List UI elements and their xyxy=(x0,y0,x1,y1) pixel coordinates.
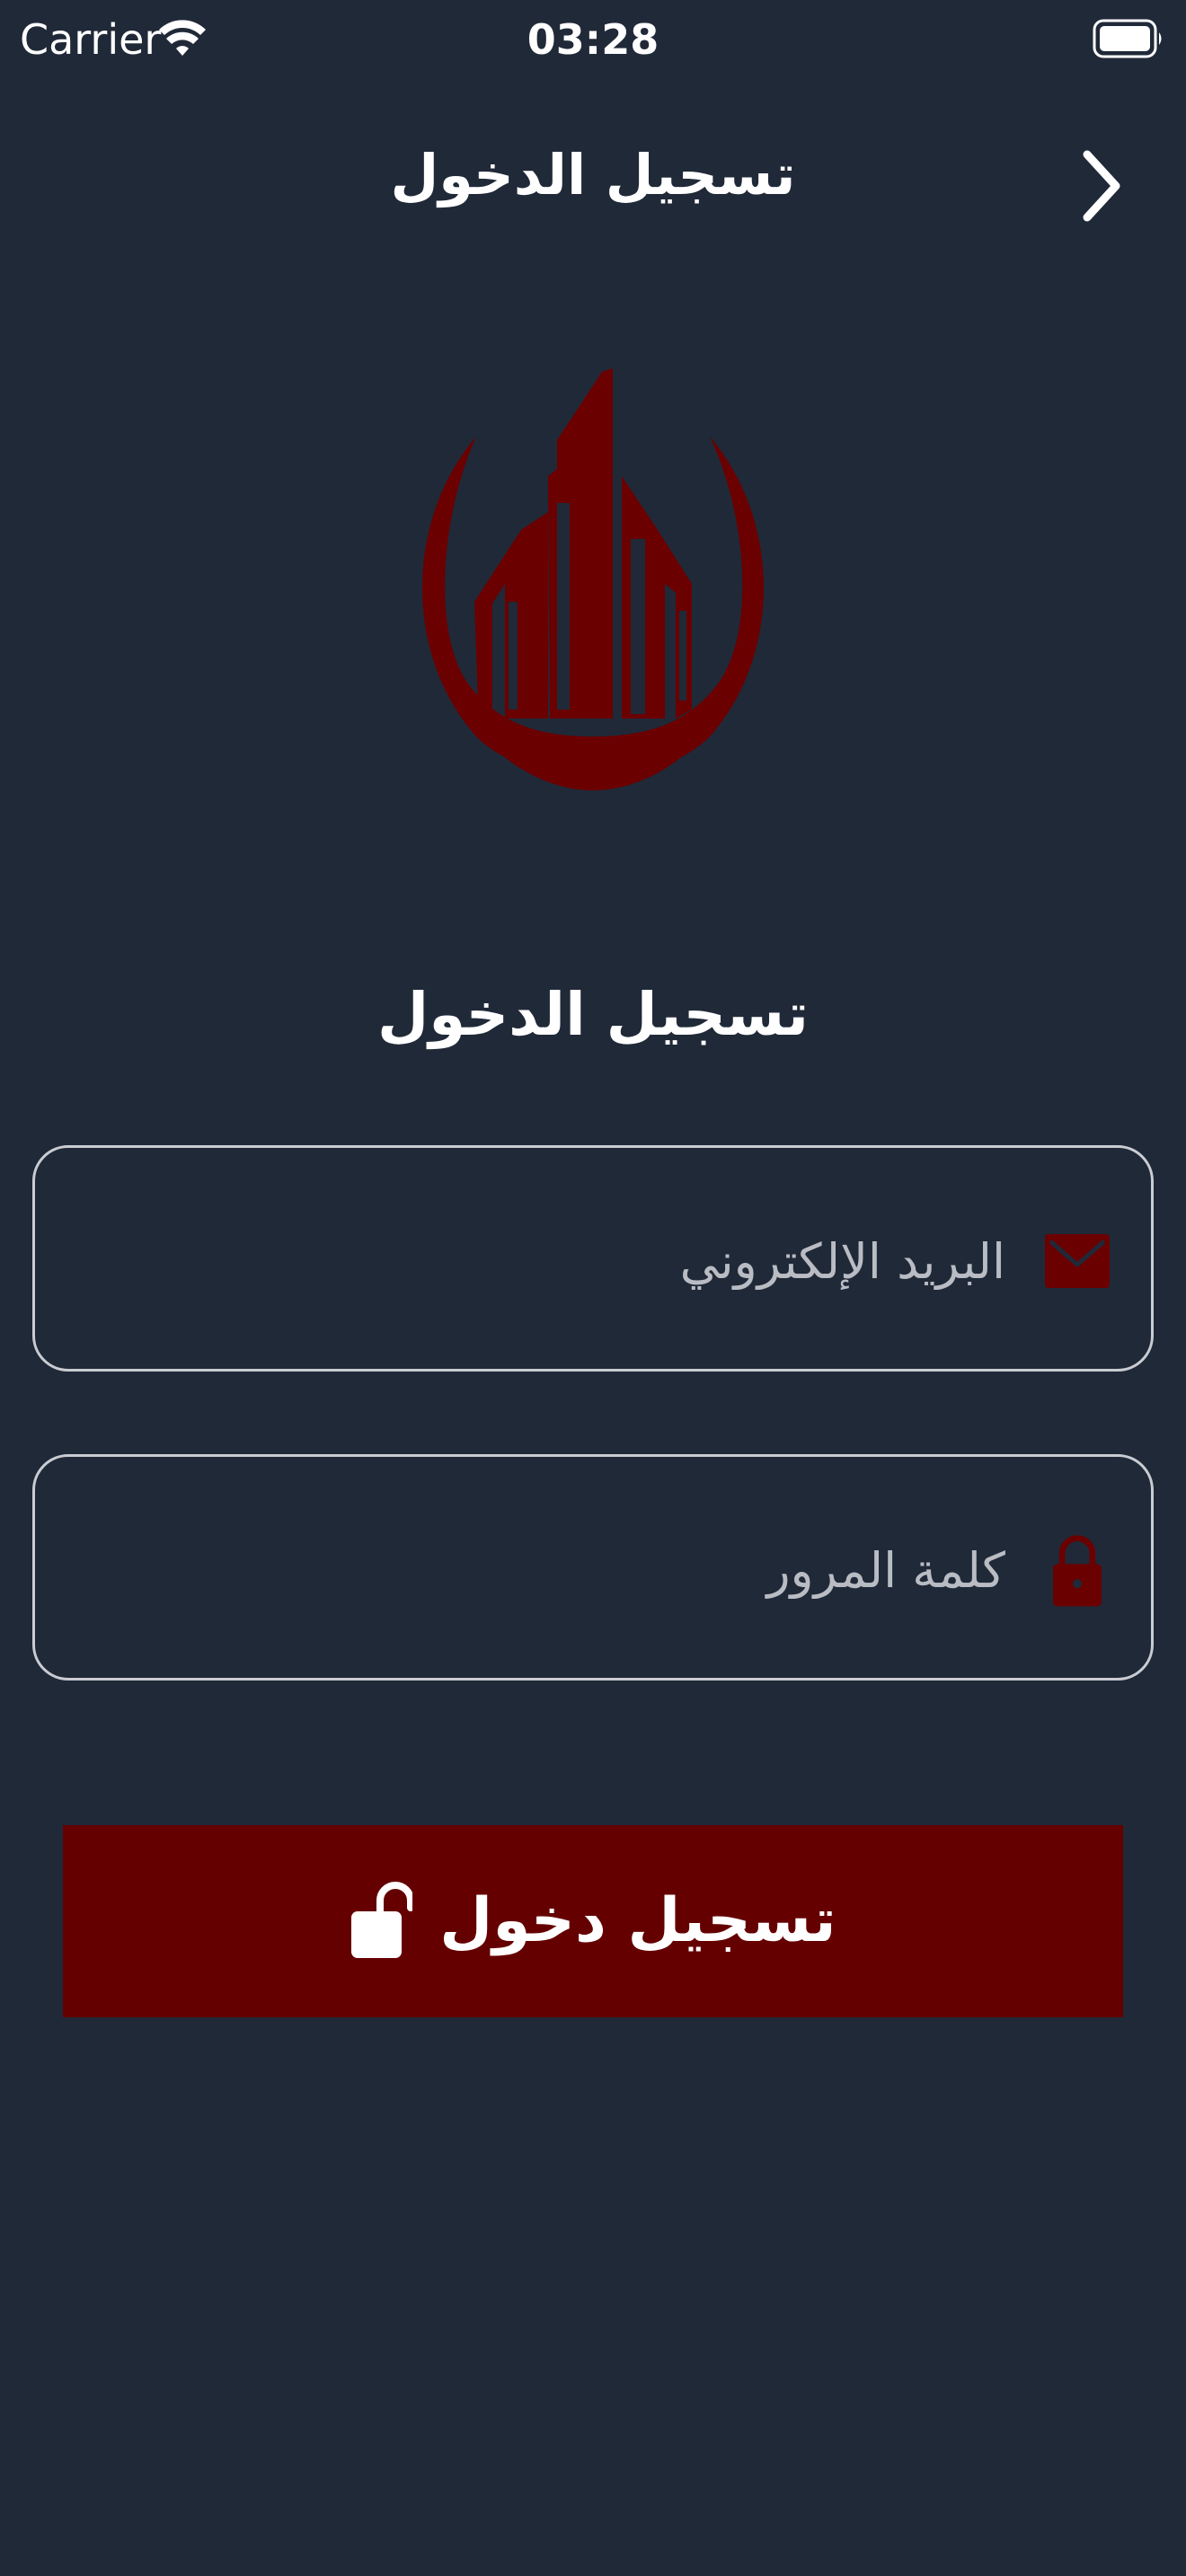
status-time: 03:28 xyxy=(527,15,659,64)
battery-icon xyxy=(1093,19,1162,58)
password-field[interactable] xyxy=(32,1454,1154,1681)
login-button-content: تسجيل دخول xyxy=(63,1825,1123,2017)
lock-icon xyxy=(1053,1535,1102,1607)
back-button[interactable] xyxy=(1060,135,1141,234)
login-button-label: تسجيل دخول xyxy=(439,1885,836,1956)
nav-title: تسجيل الدخول xyxy=(390,142,796,207)
login-button[interactable]: تسجيل دخول xyxy=(63,1825,1123,2017)
envelope-icon xyxy=(1045,1234,1110,1288)
email-input[interactable] xyxy=(71,1202,1007,1320)
email-field[interactable] xyxy=(32,1145,1154,1372)
status-bar: Carrier 03:28 xyxy=(0,0,1186,81)
chevron-right-icon xyxy=(1083,150,1120,222)
form-heading: تسجيل الدخول xyxy=(376,980,810,1049)
buildings-logo xyxy=(422,368,764,790)
unlock-icon xyxy=(351,1882,413,1958)
password-input[interactable] xyxy=(71,1511,1007,1629)
